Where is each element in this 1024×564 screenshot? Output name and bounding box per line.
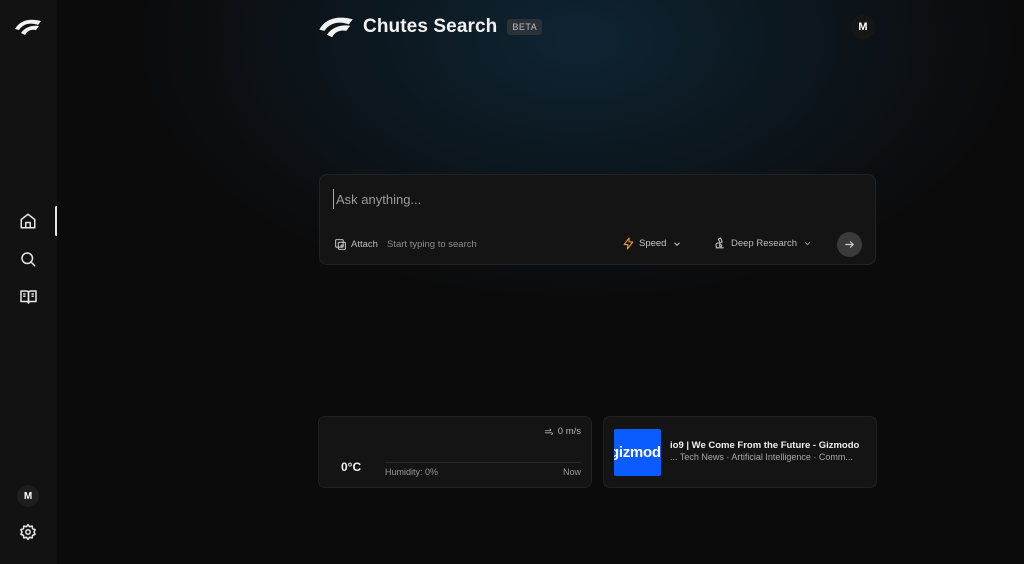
attach-icon (335, 239, 346, 250)
news-thumbnail: gizmodo (614, 429, 661, 476)
attach-button[interactable]: Attach (334, 238, 378, 251)
search-hint: Start typing to search (387, 239, 477, 250)
submit-button[interactable] (837, 232, 862, 257)
news-card[interactable]: gizmodo io9 | We Come From the Future - … (603, 416, 877, 488)
gear-icon (20, 523, 36, 541)
news-tags: ... Tech News · Artificial Intelligence … (670, 452, 853, 462)
chevron-down-icon (804, 242, 811, 246)
humidity: Humidity: 0% (385, 467, 439, 477)
divider (385, 462, 581, 463)
weather-time: Now (562, 467, 581, 477)
search-box: Attach Start typing to search Speed Deep… (319, 174, 876, 265)
deep-research-label: Deep Research (731, 238, 798, 249)
thumbnail-logo-text: gizmodo (614, 444, 661, 461)
chevron-down-icon (674, 241, 681, 246)
lightning-icon (623, 237, 634, 250)
speed-label: Speed (639, 238, 667, 249)
brand-header: Chutes Search BETA (318, 14, 543, 40)
page-title: Chutes Search (363, 16, 498, 37)
sidebar-avatar[interactable]: M (17, 485, 39, 507)
search-icon (21, 252, 36, 267)
deep-research-dropdown[interactable]: Deep Research (713, 237, 812, 250)
attach-label: Attach (351, 239, 378, 250)
wind-speed: 0 m/s (557, 426, 581, 437)
chutes-logo-icon (319, 17, 353, 38)
home-icon (20, 213, 36, 229)
book-open-icon (19, 290, 37, 304)
temperature: 0°C (341, 460, 362, 474)
settings-button[interactable] (17, 521, 39, 543)
main-area: Chutes Search BETA M Attach Start typing… (57, 0, 1024, 564)
wind-icon (544, 428, 553, 435)
search-input[interactable] (333, 189, 833, 209)
user-avatar[interactable]: M (851, 15, 875, 39)
sidebar: M (0, 0, 58, 564)
wind-readout: 0 m/s (544, 426, 581, 437)
weather-card[interactable]: 0 m/s 0°C Humidity: 0% Now (318, 416, 592, 488)
microscope-icon (715, 237, 724, 249)
chutes-logo-icon[interactable] (14, 17, 42, 37)
speed-mode-dropdown[interactable]: Speed (622, 237, 682, 250)
beta-badge: BETA (507, 19, 543, 35)
arrow-right-icon (845, 241, 854, 248)
sidebar-item-search[interactable] (17, 248, 39, 270)
news-title: io9 | We Come From the Future - Gizmodo (670, 440, 860, 451)
sidebar-item-home[interactable] (17, 210, 39, 232)
sidebar-item-library[interactable] (17, 286, 39, 308)
